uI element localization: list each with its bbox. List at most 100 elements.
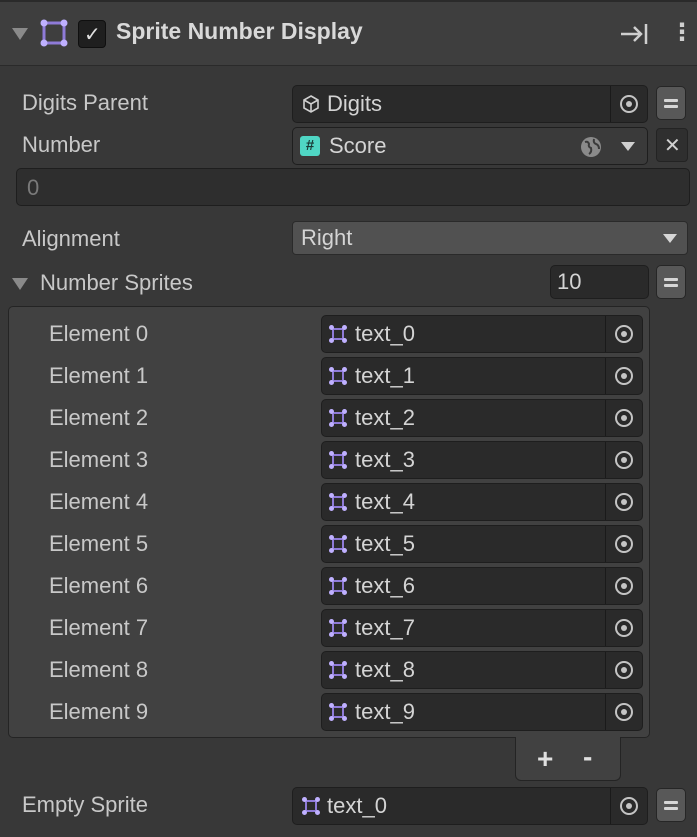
object-picker-button[interactable] [605,694,642,730]
element-sprite-value: text_4 [355,489,415,514]
empty-sprite-field[interactable]: text_0 [292,787,648,825]
target-icon [615,493,633,511]
element-label: Element 7 [49,615,149,640]
chevron-down-icon [663,234,677,243]
object-picker-button[interactable] [605,400,642,436]
object-picker-button[interactable] [605,568,642,604]
element-sprite-value: text_7 [355,615,415,640]
target-icon [615,661,633,679]
sprite-component-icon [40,19,68,47]
sprite-icon [329,367,347,385]
target-icon [615,577,633,595]
number-reference-field[interactable]: # Score [292,127,648,165]
number-value-field[interactable]: 0 [16,168,690,206]
digits-parent-value: Digits [327,91,383,116]
object-picker-button[interactable] [605,358,642,394]
element-sprite-value: text_0 [355,321,415,346]
foldout-arrow-icon[interactable] [12,28,28,40]
object-picker-button[interactable] [605,526,642,562]
element-sprite-field[interactable]: text_2 [321,399,643,437]
sprite-icon [329,409,347,427]
element-label: Element 2 [49,405,149,430]
object-picker-button[interactable] [605,610,642,646]
digits-parent-field[interactable]: Digits [292,85,648,123]
element-sprite-value: text_2 [355,405,415,430]
object-picker-button[interactable] [605,442,642,478]
element-sprite-field[interactable]: text_9 [321,693,643,731]
pin-to-right-icon[interactable] [620,22,650,46]
object-picker-button[interactable] [610,788,647,824]
array-list-container: Element 0 text_0 Element 1 text_1 Element 2 t… [8,306,650,738]
sprite-icon [329,451,347,469]
object-picker-button[interactable] [605,652,642,688]
sprite-icon [329,535,347,553]
add-element-button[interactable]: + [537,743,553,775]
element-sprite-field[interactable]: text_5 [321,525,643,563]
target-icon [620,797,638,815]
element-sprite-field[interactable]: text_0 [321,315,643,353]
element-sprite-field[interactable]: text_7 [321,609,643,647]
element-label: Element 4 [49,489,149,514]
element-sprite-value: text_5 [355,531,415,556]
sprite-icon [329,325,347,343]
object-picker-button[interactable] [610,86,647,122]
element-sprite-field[interactable]: text_3 [321,441,643,479]
alignment-value: Right [301,225,353,250]
alignment-label: Alignment [22,226,120,251]
number-sprites-options-button[interactable] [656,265,686,299]
array-add-remove-footer: + - [515,737,621,781]
sprite-icon [329,661,347,679]
object-picker-button[interactable] [605,316,642,352]
sprite-icon [329,577,347,595]
element-label: Element 1 [49,363,149,388]
element-label: Element 8 [49,657,149,682]
target-icon [615,451,633,469]
target-icon [615,367,633,385]
element-sprite-field[interactable]: text_8 [321,651,643,689]
target-icon [620,95,638,113]
number-value-text: 0 [27,175,40,200]
gameobject-icon [301,94,321,119]
sprite-icon [329,619,347,637]
target-icon [615,409,633,427]
element-label: Element 3 [49,447,149,472]
element-sprite-value: text_9 [355,699,415,724]
check-icon: ✓ [84,22,101,46]
digits-parent-label: Digits Parent [22,90,148,115]
alignment-dropdown[interactable]: Right [292,221,688,255]
number-label: Number [22,132,101,157]
more-options-icon[interactable]: ⋮ [670,18,694,46]
element-label: Element 0 [49,321,149,346]
empty-sprite-options-button[interactable] [656,788,686,822]
dropdown-arrow-icon[interactable] [621,142,635,151]
globe-icon [579,135,603,164]
enabled-checkbox[interactable]: ✓ [78,20,106,48]
number-sprites-foldout-icon[interactable] [12,278,28,290]
element-sprite-value: text_1 [355,363,415,388]
array-size-field[interactable]: 10 [550,265,649,299]
number-sprites-label[interactable]: Number Sprites [40,270,193,296]
element-label: Element 9 [49,699,149,724]
remove-element-button[interactable]: - [583,741,592,773]
array-size-value: 10 [557,269,582,294]
element-sprite-field[interactable]: text_1 [321,357,643,395]
object-picker-button[interactable] [605,484,642,520]
element-sprite-field[interactable]: text_4 [321,483,643,521]
sprite-icon [329,703,347,721]
hash-icon: # [300,136,320,156]
close-icon: ✕ [664,133,681,157]
sprite-icon [302,797,320,815]
digits-parent-options-button[interactable] [656,86,686,120]
target-icon [615,535,633,553]
clear-button[interactable]: ✕ [656,128,688,162]
target-icon [615,325,633,343]
empty-sprite-value: text_0 [327,793,387,818]
target-icon [615,703,633,721]
element-sprite-field[interactable]: text_6 [321,567,643,605]
element-label: Element 5 [49,531,149,556]
component-title: Sprite Number Display [116,18,363,44]
target-icon [615,619,633,637]
empty-sprite-label: Empty Sprite [22,792,148,817]
sprite-icon [329,493,347,511]
element-label: Element 6 [49,573,149,598]
